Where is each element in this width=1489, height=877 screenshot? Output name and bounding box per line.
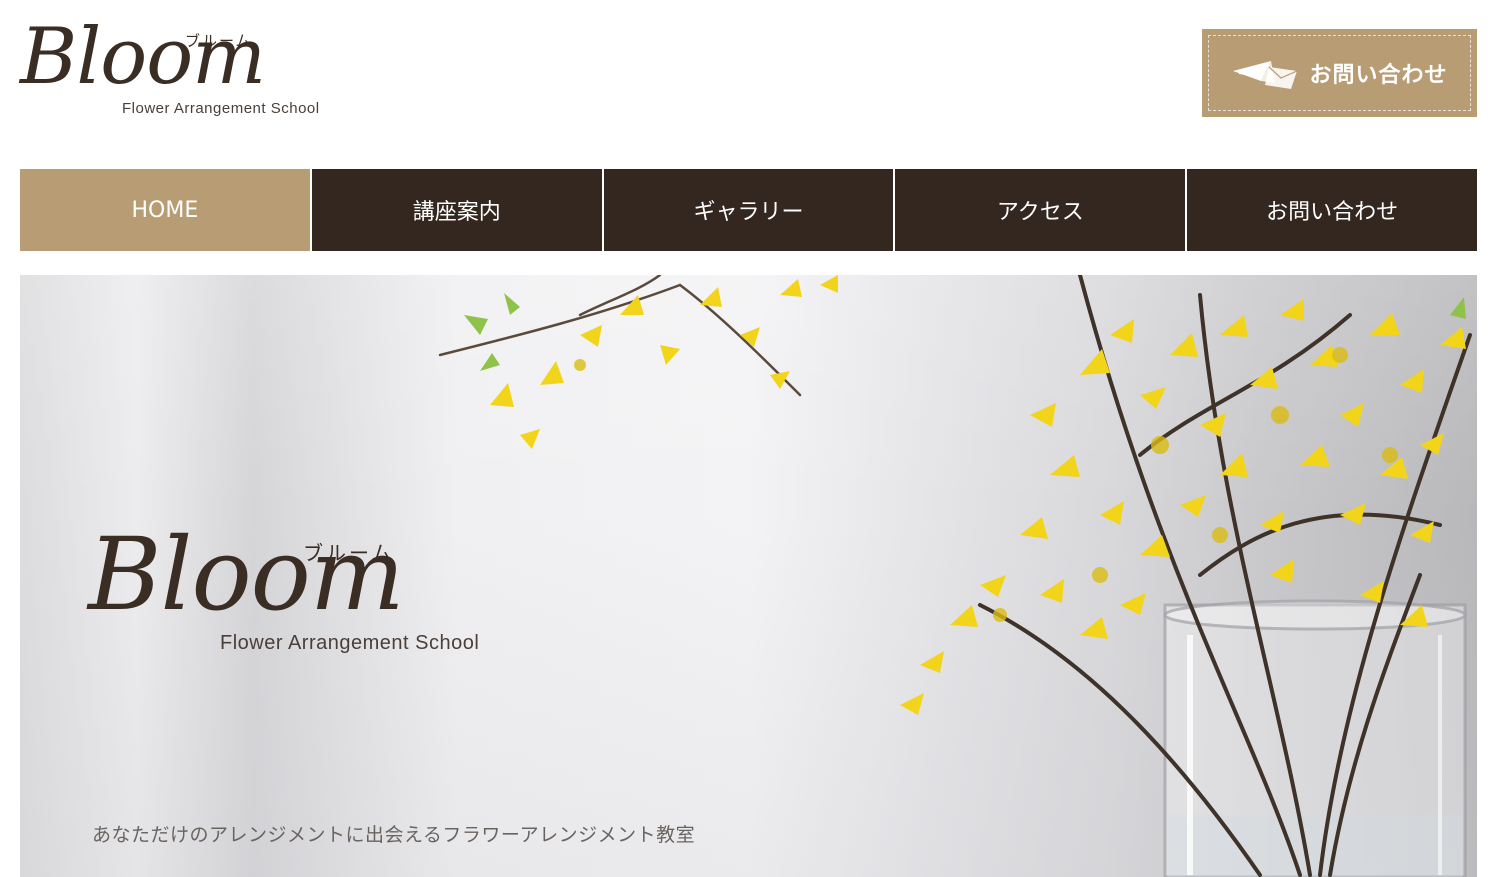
contact-button-label: お問い合わせ	[1309, 63, 1448, 88]
site-logo[interactable]: Bloom ブルーム Flower Arrangement School	[20, 10, 380, 125]
nav-item-courses[interactable]: 講座案内	[312, 169, 604, 251]
logo-subtitle: Flower Arrangement School	[122, 100, 320, 117]
hero-logo: Bloom ブルーム Flower Arrangement School	[88, 515, 548, 665]
logo-kana-text: ブルーム	[185, 32, 253, 50]
page: Bloom ブルーム Flower Arrangement School お問い…	[0, 0, 1489, 877]
nav-item-gallery[interactable]: ギャラリー	[604, 169, 896, 251]
hero-logo-subtitle: Flower Arrangement School	[220, 632, 480, 654]
nav-item-access[interactable]: アクセス	[895, 169, 1188, 251]
main-nav: HOME 講座案内 ギャラリー アクセス お問い合わせ	[20, 169, 1477, 251]
contact-button-content: お問い合わせ	[1231, 53, 1447, 93]
nav-item-home[interactable]: HOME	[20, 169, 312, 251]
nav-item-contact[interactable]: お問い合わせ	[1187, 169, 1477, 251]
hero-banner: Bloom ブルーム Flower Arrangement School あなた…	[20, 275, 1477, 877]
glass-vase-image	[1163, 599, 1467, 877]
hero-tagline: あなただけのアレンジメントに出会えるフラワーアレンジメント教室	[92, 824, 696, 846]
paper-plane-icon	[1231, 53, 1301, 93]
hero-logo-kana-text: ブルーム	[303, 541, 395, 565]
contact-button[interactable]: お問い合わせ	[1202, 29, 1477, 117]
